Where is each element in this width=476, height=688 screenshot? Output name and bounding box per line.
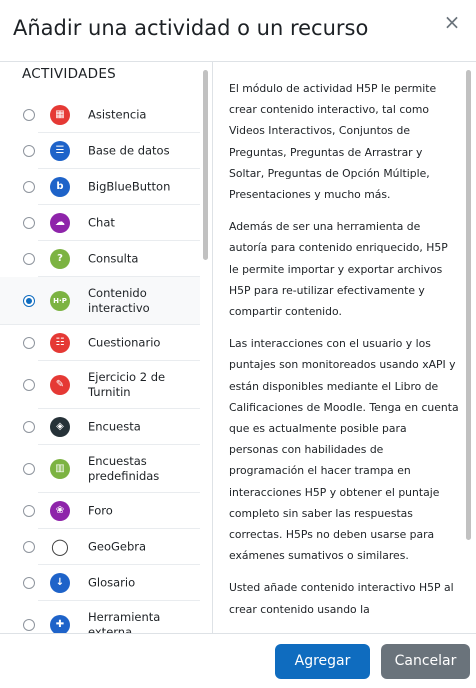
activity-item[interactable]: ✎ Ejercicio 2 de Turnitin (23, 361, 200, 409)
activity-item[interactable]: ? Consulta (23, 241, 200, 277)
activity-label: Ejercicio 2 de Turnitin (88, 369, 166, 399)
activity-radio[interactable] (23, 144, 35, 157)
turnitin-icon: ✎ (50, 374, 70, 395)
activity-label: Asistencia (88, 107, 147, 121)
add-button[interactable]: Agregar (275, 644, 370, 679)
section-title: ACTIVIDADES (22, 66, 117, 82)
activity-item[interactable]: ▦ Asistencia (23, 97, 200, 133)
activity-radio[interactable] (23, 576, 35, 589)
dialog-title: Añadir una actividad o un recurso (13, 16, 369, 40)
activity-radio[interactable] (23, 378, 35, 391)
description-paragraph: Usted añade contenido interactivo H5P al… (229, 581, 454, 616)
dialog-footer: Agregar Cancelar (0, 633, 476, 688)
bigbluebutton-icon: b (50, 176, 70, 197)
activity-radio[interactable] (23, 180, 35, 193)
activity-list-scrollbar[interactable] (203, 70, 208, 260)
activity-list: ▦ Asistencia ☰ Base de datos b BigBlueButton ☁… (0, 97, 200, 633)
activity-item[interactable]: ◯ GeoGebra (23, 529, 200, 565)
feedback-icon: ▥ (50, 458, 70, 479)
description-scrollbar[interactable] (466, 70, 471, 540)
activity-radio[interactable] (23, 618, 35, 631)
activity-item[interactable]: ☁ Chat (23, 205, 200, 241)
quiz-icon: ☷ (50, 332, 70, 353)
activity-label: Foro (88, 503, 113, 517)
activity-item[interactable]: ☰ Base de datos (23, 133, 200, 169)
activity-label: Glosario (88, 575, 136, 589)
chat-icon: ☁ (50, 212, 70, 233)
forum-icon: ❀ (50, 500, 70, 521)
activity-radio[interactable] (23, 336, 35, 349)
activity-item[interactable]: ▥ Encuestas predefinidas (23, 445, 200, 493)
activity-radio[interactable] (23, 294, 35, 307)
activity-label: Contenido interactivo (88, 285, 150, 315)
activity-label: Chat (88, 215, 115, 229)
activity-item[interactable]: ↓ Glosario (23, 565, 200, 601)
activity-item[interactable]: ❀ Foro (23, 493, 200, 529)
description-paragraph: Además de ser una herramienta de autoría… (229, 220, 448, 319)
database-icon: ☰ (50, 140, 70, 161)
activity-radio[interactable] (23, 462, 35, 475)
activity-description: El módulo de actividad H5P le permite cr… (229, 78, 459, 631)
activity-label: Encuesta (88, 419, 141, 433)
h5p-icon: H·P (50, 290, 70, 311)
choice-icon: ? (50, 248, 70, 269)
description-panel[interactable]: El módulo de actividad H5P le permite cr… (212, 62, 476, 633)
survey-icon: ◈ (50, 416, 70, 437)
activity-label: Cuestionario (88, 335, 161, 349)
activity-label: Encuestas predefinidas (88, 453, 160, 483)
activity-label: GeoGebra (88, 539, 147, 553)
activity-radio[interactable] (23, 504, 35, 517)
activity-radio[interactable] (23, 540, 35, 553)
activity-label: Base de datos (88, 143, 170, 157)
activity-list-panel[interactable]: ACTIVIDADES ▦ Asistencia ☰ Base de datos b Bi… (0, 62, 212, 633)
activity-label: BigBlueButton (88, 179, 171, 193)
activity-chooser-dialog: Añadir una actividad o un recurso × ACTI… (0, 0, 476, 688)
description-paragraph: Las interacciones con el usuario y los p… (229, 337, 459, 563)
dialog-header: Añadir una actividad o un recurso × (0, 0, 476, 62)
cancel-button[interactable]: Cancelar (381, 644, 470, 679)
activity-item[interactable]: b BigBlueButton (23, 169, 200, 205)
description-paragraph: El módulo de actividad H5P le permite cr… (229, 82, 437, 202)
activity-radio[interactable] (23, 216, 35, 229)
geogebra-icon: ◯ (50, 536, 70, 557)
activity-item[interactable]: H·P Contenido interactivo (0, 277, 200, 325)
activity-label: Consulta (88, 251, 139, 265)
activity-item[interactable]: ◈ Encuesta (23, 409, 200, 445)
activity-radio[interactable] (23, 420, 35, 433)
attendance-icon: ▦ (50, 104, 70, 125)
activity-item[interactable]: ✚ Herramienta externa (23, 601, 200, 634)
activity-label: Herramienta externa (88, 609, 161, 634)
external-tool-icon: ✚ (50, 614, 70, 633)
glossary-icon: ↓ (50, 572, 70, 593)
activity-radio[interactable] (23, 108, 35, 121)
close-icon[interactable]: × (442, 12, 462, 32)
activity-item[interactable]: ☷ Cuestionario (23, 325, 200, 361)
activity-radio[interactable] (23, 252, 35, 265)
